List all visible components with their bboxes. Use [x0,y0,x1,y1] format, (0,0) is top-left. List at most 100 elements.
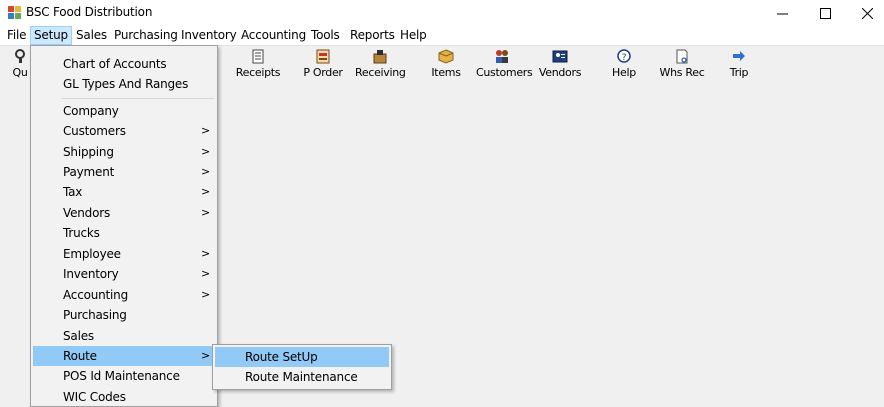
menu-help[interactable]: Help [397,26,430,45]
menu-item-label: Route [63,349,97,363]
toolbar-trip-label: Trip [729,66,749,79]
toolbar-receipts-button[interactable]: Receipts [234,49,282,83]
menu-file[interactable]: File [4,26,29,45]
menu-item-label: Company [63,104,119,118]
setup-menu-item-payment[interactable]: Payment > [33,162,216,182]
menu-item-label: Tax [63,185,83,199]
toolbar-customers-label: Customers [476,66,533,79]
quick-icon [15,49,25,63]
setup-menu-item-company[interactable]: Company [33,101,216,121]
setup-menu-item-gl-types[interactable]: GL Types And Ranges [33,74,216,94]
setup-menu-item-wic-codes[interactable]: WIC Codes [33,387,216,407]
menu-setup[interactable]: Setup [30,26,72,45]
setup-menu-dropdown: Chart of Accounts GL Types And Ranges Co… [30,45,218,407]
menu-item-label: POS Id Maintenance [63,369,180,383]
toolbar-customers-button[interactable]: Customers [476,49,533,83]
toolbar-receipts-label: Receipts [235,66,281,79]
menu-item-label: Payment [63,165,115,179]
trip-icon [733,51,745,61]
toolbar-trip-button[interactable]: Trip [726,49,752,83]
vendors-icon [552,50,568,63]
submenu-arrow-icon: > [201,145,211,158]
submenu-arrow-icon: > [201,185,211,198]
menu-item-label: Route Maintenance [245,370,358,384]
submenu-arrow-icon: > [201,288,211,301]
toolbar-items-button[interactable]: Items [429,49,463,83]
receipts-icon [252,49,264,64]
warehouse-receiving-icon [676,49,688,64]
menu-reports[interactable]: Reports [347,26,398,45]
close-button[interactable] [845,0,884,26]
menu-sales[interactable]: Sales [73,26,110,45]
menu-item-label: Shipping [63,145,114,159]
toolbar-vendors-button[interactable]: Vendors [538,49,582,83]
setup-menu-item-customers[interactable]: Customers > [33,121,216,141]
purchase-order-icon [316,49,330,64]
submenu-arrow-icon: > [201,247,211,260]
menu-item-label: Chart of Accounts [63,57,167,71]
maximize-icon [819,7,831,19]
submenu-arrow-icon: > [201,165,211,178]
app-icon [8,6,21,19]
submenu-arrow-icon: > [201,124,211,137]
setup-menu-item-tax[interactable]: Tax > [33,182,216,202]
menu-item-label: Vendors [63,206,111,220]
minimize-icon [776,13,788,14]
menu-item-label: GL Types And Ranges [63,77,189,91]
menu-accounting[interactable]: Accounting [238,26,309,45]
toolbar-whs-rec-label: Whs Rec [659,66,705,79]
toolbar-partial-button[interactable]: Qu [8,49,32,83]
submenu-arrow-icon: > [201,206,211,219]
setup-menu-item-purchasing[interactable]: Purchasing [33,305,216,325]
submenu-arrow-icon: > [201,349,211,362]
toolbar-whs-rec-button[interactable]: Whs Rec [658,49,706,83]
setup-menu-item-trucks[interactable]: Trucks [33,223,216,243]
menu-tools[interactable]: Tools [308,26,343,45]
window-title: BSC Food Distribution [26,5,153,19]
route-submenu-item-maintenance[interactable]: Route Maintenance [215,367,389,387]
menu-item-label: Accounting [63,288,129,302]
minimize-button[interactable] [760,0,804,26]
submenu-arrow-icon: > [201,267,211,280]
toolbar-items-label: Items [431,66,461,79]
menu-bar: File Setup Sales Purchasing Inventory Ac… [0,26,884,46]
setup-menu-item-accounting[interactable]: Accounting > [33,285,216,305]
maximize-button[interactable] [803,0,847,26]
title-bar: BSC Food Distribution [0,0,884,26]
toolbar-partial-label: Qu [12,66,28,79]
toolbar-p-order-label: P Order [303,66,343,79]
setup-menu-item-vendors[interactable]: Vendors > [33,203,216,223]
receiving-icon [373,50,387,64]
menu-item-label: WIC Codes [63,390,126,404]
toolbar-vendors-label: Vendors [538,66,582,79]
toolbar-receiving-button[interactable]: Receiving [355,49,406,83]
toolbar-receiving-label: Receiving [355,66,406,79]
menu-item-label: Trucks [63,226,100,240]
menu-separator [61,98,214,99]
toolbar-p-order-button[interactable]: P Order [302,49,344,83]
menu-item-label: Customers [63,124,126,138]
setup-menu-item-shipping[interactable]: Shipping > [33,142,216,162]
setup-menu-item-route[interactable]: Route > [33,346,216,366]
setup-menu-item-employee[interactable]: Employee > [33,244,216,264]
menu-purchasing[interactable]: Purchasing [111,26,181,45]
customers-icon [496,50,508,63]
route-submenu: Route SetUp Route Maintenance [212,344,392,390]
route-submenu-item-setup[interactable]: Route SetUp [215,347,389,367]
items-icon [438,49,454,64]
help-icon: ? [617,49,631,63]
toolbar-help-label: Help [612,66,636,79]
setup-menu-item-sales[interactable]: Sales [33,326,216,346]
menu-item-label: Inventory [63,267,119,281]
toolbar-help-button[interactable]: ? Help [608,49,640,83]
menu-item-label: Employee [63,247,121,261]
setup-menu-item-chart-of-accounts[interactable]: Chart of Accounts [33,54,216,74]
menu-inventory[interactable]: Inventory [178,26,240,45]
menu-item-label: Sales [63,329,94,343]
setup-menu-item-inventory[interactable]: Inventory > [33,264,216,284]
close-icon [861,7,873,19]
menu-item-label: Route SetUp [245,350,318,364]
svg-text:?: ? [622,53,627,63]
setup-menu-item-pos-id[interactable]: POS Id Maintenance [33,366,216,386]
menu-item-label: Purchasing [63,308,127,322]
